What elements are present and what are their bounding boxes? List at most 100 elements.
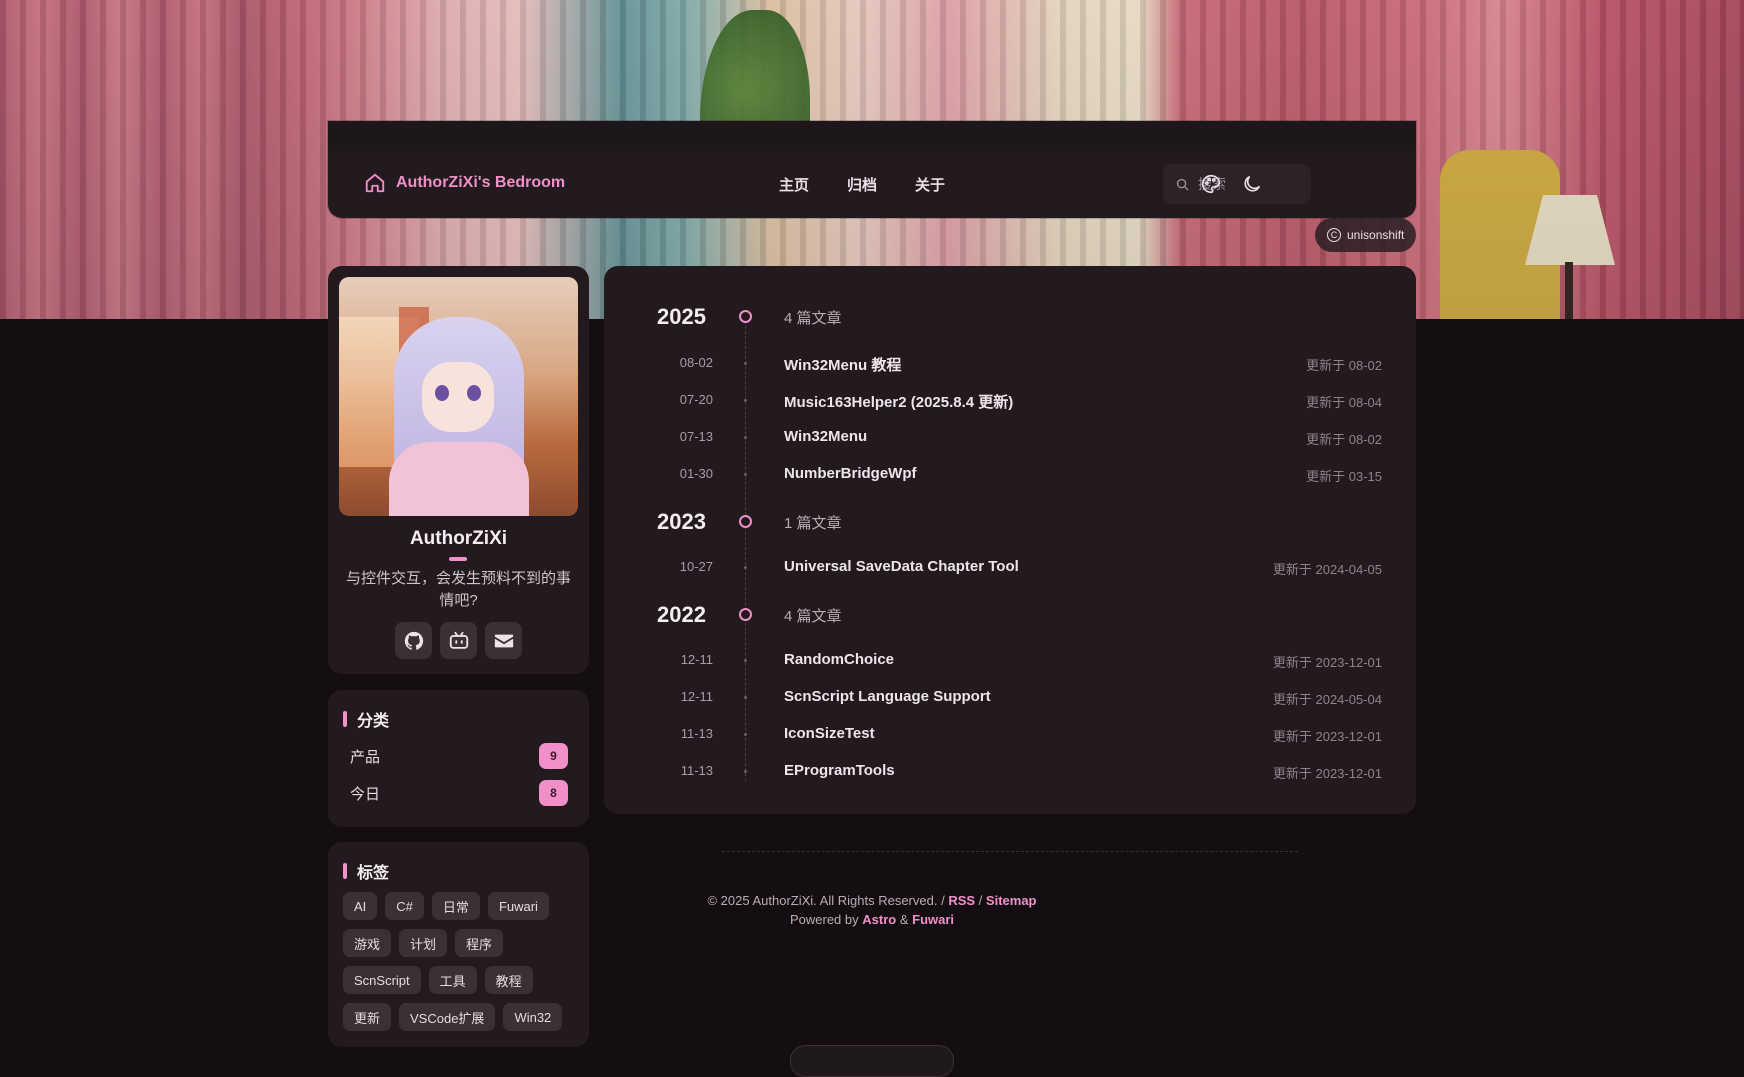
name-underline <box>449 557 467 561</box>
post-date: 01-30 <box>679 466 713 481</box>
tag-chip[interactable]: 计划 <box>399 929 448 957</box>
category-item[interactable]: 今日 8 <box>350 780 568 806</box>
github-icon <box>404 631 423 650</box>
timeline-dot <box>744 436 747 439</box>
post-date: 10-27 <box>679 559 713 574</box>
top-navbar: AuthorZiXi's Bedroom 主页 归档 关于 搜索 <box>328 121 1416 218</box>
timeline-dot <box>744 399 747 402</box>
post-date: 12-11 <box>680 689 713 704</box>
image-credit-badge[interactable]: C unisonshift <box>1315 218 1417 252</box>
post-title-link[interactable]: RandomChoice <box>784 651 894 668</box>
home-icon <box>365 173 385 193</box>
profile-card: AuthorZiXi 与控件交互，会发生预料不到的事情吧? <box>328 266 589 674</box>
email-icon <box>494 634 513 647</box>
email-button[interactable] <box>485 622 522 659</box>
tags-heading: 标签 <box>343 859 389 883</box>
timeline-dot <box>744 473 747 476</box>
post-updated: 更新于 2023-12-01 <box>1272 729 1382 744</box>
footer-separator: / <box>978 893 983 908</box>
profile-bio: 与控件交互，会发生预料不到的事情吧? <box>345 570 571 609</box>
post-updated: 更新于 2023-12-01 <box>1272 655 1382 670</box>
main-menu: 主页 归档 关于 <box>779 174 945 195</box>
post-date: 08-02 <box>679 355 713 370</box>
year-marker <box>739 515 752 528</box>
post-title-link[interactable]: IconSizeTest <box>784 725 875 742</box>
categories-heading: 分类 <box>343 707 389 731</box>
post-title-link[interactable]: EProgramTools <box>784 762 895 779</box>
post-date: 12-11 <box>680 652 713 667</box>
post-title-link[interactable]: Music163Helper2 (2025.8.4 更新) <box>784 391 1013 412</box>
post-updated: 更新于 2024-05-04 <box>1272 692 1382 707</box>
year-heading: 2023 <box>657 509 706 534</box>
fuwari-link[interactable]: Fuwari <box>912 912 954 927</box>
year-heading: 2025 <box>657 304 706 329</box>
post-updated: 更新于 08-02 <box>1306 432 1382 447</box>
timeline-dot <box>744 566 747 569</box>
nav-home[interactable]: 主页 <box>779 174 809 195</box>
tag-chip[interactable]: ScnScript <box>343 966 421 994</box>
tag-chip[interactable]: 教程 <box>484 966 533 994</box>
search-icon <box>1176 178 1189 191</box>
tag-chip[interactable]: 游戏 <box>343 929 392 957</box>
palette-icon[interactable] <box>1200 173 1222 195</box>
timeline-dot <box>744 696 747 699</box>
bilibili-button[interactable] <box>440 622 477 659</box>
footer-powered: Powered by <box>789 912 859 927</box>
brand-link[interactable]: AuthorZiXi's Bedroom <box>364 172 565 194</box>
brand-title: AuthorZiXi's Bedroom <box>396 174 566 191</box>
tag-chip[interactable]: 更新 <box>343 1003 392 1031</box>
timeline-dot <box>744 362 747 365</box>
post-title-link[interactable]: Universal SaveData Chapter Tool <box>784 558 1019 575</box>
footer-copyright: © 2025 AuthorZiXi. All Rights Reserved. … <box>707 893 945 908</box>
tag-chip[interactable]: VSCode扩展 <box>399 1003 496 1031</box>
avatar[interactable] <box>339 277 578 516</box>
category-item[interactable]: 产品 9 <box>350 743 568 769</box>
footer: © 2025 AuthorZiXi. All Rights Reserved. … <box>0 891 1744 929</box>
archive-timeline: 2025 4 篇文章 08-02 Win32Menu 教程 更新于 08-02 … <box>604 266 1416 814</box>
category-count-badge: 9 <box>539 743 568 769</box>
timeline-dot <box>744 733 747 736</box>
tag-chip[interactable]: 工具 <box>428 966 477 994</box>
github-button[interactable] <box>395 622 432 659</box>
post-date: 07-13 <box>679 429 713 444</box>
year-post-count: 4 篇文章 <box>784 608 842 625</box>
floating-toolbar[interactable] <box>790 1045 954 1077</box>
categories-card: 分类 产品 9 今日 8 <box>328 690 589 827</box>
post-updated: 更新于 2023-12-01 <box>1272 766 1382 781</box>
post-title-link[interactable]: Win32Menu <box>784 428 867 445</box>
timeline-line <box>745 316 746 781</box>
bilibili-icon <box>449 631 468 649</box>
post-title-link[interactable]: Win32Menu 教程 <box>784 354 901 375</box>
tag-chip[interactable]: 程序 <box>455 929 504 957</box>
credit-text: unisonshift <box>1347 228 1405 242</box>
post-date: 11-13 <box>680 763 713 778</box>
timeline-dot <box>744 659 747 662</box>
post-date: 11-13 <box>680 726 713 741</box>
category-count-badge: 8 <box>539 780 568 806</box>
post-title-link[interactable]: NumberBridgeWpf <box>784 465 917 482</box>
post-updated: 更新于 2024-04-05 <box>1272 562 1382 577</box>
post-title-link[interactable]: ScnScript Language Support <box>784 688 991 705</box>
nav-archive[interactable]: 归档 <box>847 174 877 195</box>
year-heading: 2022 <box>657 602 706 627</box>
year-marker <box>739 608 752 621</box>
footer-amp: & <box>899 912 909 927</box>
moon-icon[interactable] <box>1241 173 1263 195</box>
year-marker <box>739 310 752 323</box>
year-post-count: 1 篇文章 <box>784 515 842 532</box>
search-box[interactable]: 搜索 <box>1163 164 1311 204</box>
copyright-icon: C <box>1327 228 1341 242</box>
tag-chip[interactable]: Win32 <box>503 1003 563 1031</box>
astro-link[interactable]: Astro <box>862 912 896 927</box>
nav-about[interactable]: 关于 <box>915 174 945 195</box>
tags-card: 标签 AI C# 日常 Fuwari 游戏 计划 程序 ScnScript 工具… <box>328 842 589 1047</box>
sitemap-link[interactable]: Sitemap <box>986 893 1037 908</box>
post-date: 07-20 <box>679 392 713 407</box>
rss-link[interactable]: RSS <box>948 893 975 908</box>
footer-divider <box>722 851 1298 852</box>
year-post-count: 4 篇文章 <box>784 310 842 327</box>
post-updated: 更新于 08-04 <box>1306 395 1382 410</box>
post-updated: 更新于 08-02 <box>1306 358 1382 373</box>
timeline-dot <box>744 770 747 773</box>
post-updated: 更新于 03-15 <box>1306 469 1382 484</box>
